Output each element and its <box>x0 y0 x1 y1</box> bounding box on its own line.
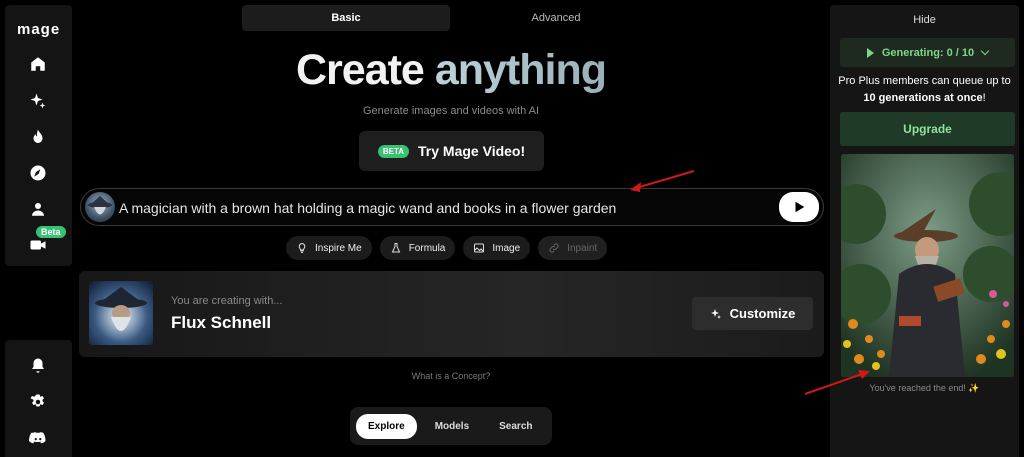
upgrade-promo-text: Pro Plus members can queue up to 10 gene… <box>838 75 1011 104</box>
flask-icon <box>391 243 400 253</box>
try-video-label: Try Mage Video! <box>418 143 526 159</box>
tab-explore[interactable]: Explore <box>356 413 417 439</box>
chip-label: Formula <box>408 242 446 254</box>
discord-icon[interactable] <box>26 426 50 450</box>
chip-label: Inpaint <box>567 242 598 254</box>
title-word-1: Create <box>296 46 425 94</box>
formula-button[interactable]: Formula <box>379 236 456 260</box>
chevron-down-icon <box>980 46 990 56</box>
play-icon <box>866 47 874 58</box>
prompt-input[interactable]: A magician with a brown hat holding a ma… <box>80 188 824 226</box>
beta-badge: BETA <box>377 144 410 158</box>
generate-button[interactable] <box>779 192 819 222</box>
beta-badge: Beta <box>36 226 66 238</box>
sparkles-icon[interactable] <box>26 89 50 113</box>
concept-thumbnail[interactable] <box>89 281 153 345</box>
lightbulb-icon <box>298 242 306 253</box>
annotation-arrow-prompt <box>630 170 695 192</box>
generating-status-button[interactable]: Generating: 0 / 10 <box>840 38 1015 67</box>
upgrade-button[interactable]: Upgrade <box>840 112 1015 146</box>
concept-avatar[interactable] <box>85 192 115 222</box>
logo[interactable]: mage <box>17 21 60 38</box>
app-root: mage Beta Basic Advanced Create anything… <box>0 0 1024 457</box>
concept-model-name: Flux Schnell <box>171 313 272 332</box>
annotation-arrow-image <box>804 370 870 395</box>
flame-icon[interactable] <box>26 125 50 149</box>
user-icon[interactable] <box>26 197 50 221</box>
inpaint-button[interactable]: Inpaint <box>538 236 608 260</box>
tab-models[interactable]: Models <box>423 414 481 439</box>
customize-button[interactable]: Customize <box>692 297 813 330</box>
concept-help-link[interactable]: What is a Concept? <box>78 371 824 381</box>
generated-image[interactable] <box>841 154 1014 377</box>
try-video-button[interactable]: BETA Try Mage Video! <box>359 131 544 171</box>
image-button[interactable]: Image <box>463 236 531 260</box>
generating-label: Generating: 0 / 10 <box>881 46 975 59</box>
link-icon <box>549 243 559 253</box>
title-word-2: anything <box>434 46 607 94</box>
image-icon <box>474 243 485 253</box>
page-subtitle: Generate images and videos with AI <box>362 105 540 117</box>
concept-card: You are creating with... Flux Schnell Cu… <box>79 271 824 357</box>
tab-search[interactable]: Search <box>487 414 544 439</box>
sparkles-icon <box>710 308 721 319</box>
compass-icon[interactable] <box>26 161 50 185</box>
gear-icon[interactable] <box>26 390 50 414</box>
chip-label: Inspire Me <box>315 242 362 254</box>
play-icon <box>795 201 805 213</box>
prompt-text[interactable]: A magician with a brown hat holding a ma… <box>119 200 616 216</box>
hide-panel-button[interactable]: Hide <box>830 14 1019 26</box>
tab-advanced[interactable]: Advanced <box>452 5 660 31</box>
sidebar: mage Beta <box>5 5 72 266</box>
chip-label: Image <box>492 242 521 254</box>
concept-caption: You are creating with... <box>171 295 283 307</box>
tab-basic[interactable]: Basic <box>242 5 450 31</box>
sidebar-bottom <box>5 340 72 457</box>
page-title: Create anything <box>78 46 824 95</box>
home-icon[interactable] <box>26 52 50 76</box>
inspire-me-button[interactable]: Inspire Me <box>286 236 372 260</box>
bottom-tabs: Explore Models Search <box>350 407 552 445</box>
bell-icon[interactable] <box>26 354 50 378</box>
customize-label: Customize <box>729 306 796 321</box>
prompt-tools: Inspire Me Formula Image Inpaint <box>286 236 608 260</box>
